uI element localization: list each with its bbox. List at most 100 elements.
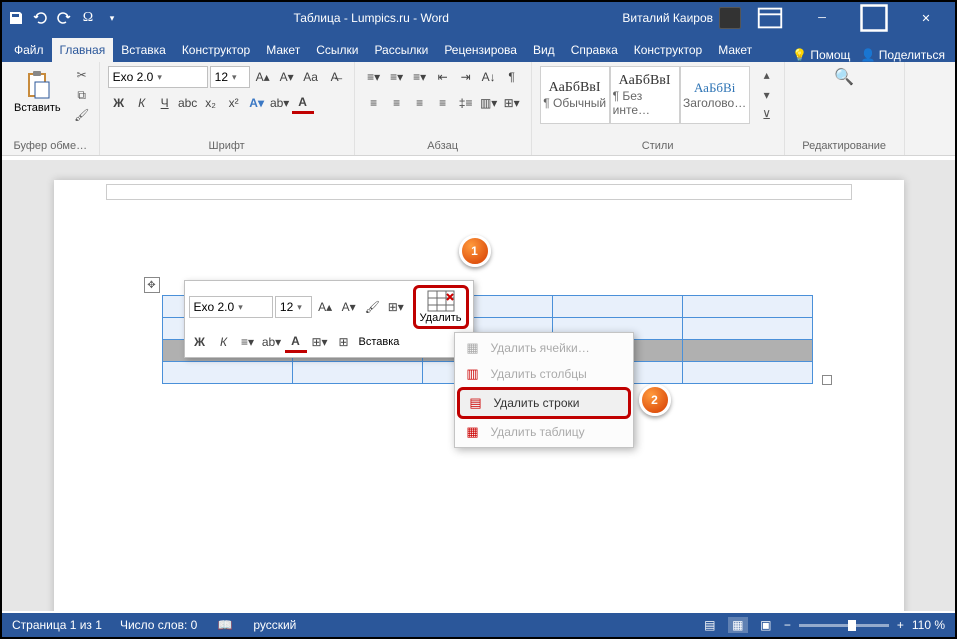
- copy-icon[interactable]: ⧉: [73, 86, 91, 104]
- align-right-icon[interactable]: ≡: [409, 92, 431, 114]
- superscript-button[interactable]: x²: [223, 92, 245, 114]
- cut-icon[interactable]: ✂: [73, 66, 91, 84]
- find-icon[interactable]: 🔍: [833, 66, 855, 88]
- zoom-in-button[interactable]: +: [897, 618, 904, 632]
- format-painter-icon[interactable]: 🖌: [73, 106, 91, 124]
- share-button[interactable]: 👤 Поделиться: [860, 48, 945, 62]
- shrink-font-icon[interactable]: A▾: [276, 66, 298, 88]
- ribbon-options-icon[interactable]: [747, 3, 793, 33]
- grow-font-icon[interactable]: A▴: [252, 66, 274, 88]
- change-case-icon[interactable]: Aa: [300, 66, 322, 88]
- mini-italic-button[interactable]: К: [213, 331, 235, 353]
- status-language[interactable]: русский: [253, 618, 296, 632]
- font-name-combo[interactable]: Exo 2.0▾: [108, 66, 208, 88]
- tab-insert[interactable]: Вставка: [113, 38, 174, 62]
- line-spacing-icon[interactable]: ‡≡: [455, 92, 477, 114]
- redo-icon[interactable]: [56, 10, 72, 26]
- tell-me[interactable]: 💡 Помощ: [792, 48, 850, 62]
- shading-icon[interactable]: ▥▾: [478, 92, 500, 114]
- minimize-button[interactable]: ─: [799, 3, 845, 33]
- mini-format-painter-icon[interactable]: 🖌: [361, 296, 383, 318]
- mini-font-color-icon[interactable]: A: [285, 331, 307, 353]
- mini-font-combo[interactable]: Exo 2.0▾: [189, 296, 273, 318]
- borders-icon[interactable]: ⊞▾: [501, 92, 523, 114]
- numbering-icon[interactable]: ≡▾: [386, 66, 408, 88]
- undo-icon[interactable]: [32, 10, 48, 26]
- tab-home[interactable]: Главная: [52, 38, 114, 62]
- page[interactable]: ✥ Exo 2.0▾ 12▾ A▴ A▾ 🖌 ⊞▾ Удалить: [54, 180, 904, 611]
- tab-file[interactable]: Файл: [6, 38, 52, 62]
- omega-icon[interactable]: Ω: [80, 10, 96, 26]
- tab-help[interactable]: Справка: [563, 38, 626, 62]
- mini-table-style-icon[interactable]: ⊞▾: [385, 296, 407, 318]
- clear-format-icon[interactable]: A̶: [324, 66, 346, 88]
- zoom-slider[interactable]: [799, 624, 889, 627]
- styles-down-icon[interactable]: ▾: [758, 86, 776, 104]
- style-heading1[interactable]: АаБбВіЗаголово…: [680, 66, 750, 124]
- zoom-level[interactable]: 110 %: [912, 618, 945, 632]
- highlight-icon[interactable]: ab▾: [269, 92, 291, 114]
- table-resize-handle-icon[interactable]: [822, 375, 832, 385]
- paste-button[interactable]: Вставить: [10, 66, 65, 116]
- justify-icon[interactable]: ≡: [432, 92, 454, 114]
- sort-icon[interactable]: A↓: [478, 66, 500, 88]
- tab-review[interactable]: Рецензирова: [436, 38, 525, 62]
- style-nospacing[interactable]: АаБбВвІ¶ Без инте…: [610, 66, 680, 124]
- style-normal[interactable]: АаБбВвІ¶ Обычный: [540, 66, 610, 124]
- horizontal-ruler[interactable]: [106, 184, 852, 200]
- save-icon[interactable]: [8, 10, 24, 26]
- web-layout-icon[interactable]: ▣: [756, 617, 776, 633]
- bold-button[interactable]: Ж: [108, 92, 130, 114]
- mini-highlight-icon[interactable]: ab▾: [261, 331, 283, 353]
- zoom-thumb[interactable]: [848, 620, 856, 631]
- italic-button[interactable]: К: [131, 92, 153, 114]
- maximize-button[interactable]: [851, 3, 897, 33]
- tab-design[interactable]: Конструктор: [174, 38, 258, 62]
- close-button[interactable]: ✕: [903, 3, 949, 33]
- styles-up-icon[interactable]: ▴: [758, 66, 776, 84]
- indent-dec-icon[interactable]: ⇤: [432, 66, 454, 88]
- styles-more-icon[interactable]: ⊻: [758, 106, 776, 124]
- mini-insert-button[interactable]: Вставка: [359, 336, 400, 348]
- status-page[interactable]: Страница 1 из 1: [12, 618, 102, 632]
- font-size-combo[interactable]: 12▾: [210, 66, 250, 88]
- tab-layout[interactable]: Макет: [258, 38, 308, 62]
- mini-size-combo[interactable]: 12▾: [275, 296, 312, 318]
- subscript-button[interactable]: x₂: [200, 92, 222, 114]
- align-left-icon[interactable]: ≡: [363, 92, 385, 114]
- mini-bold-button[interactable]: Ж: [189, 331, 211, 353]
- mini-grow-font-icon[interactable]: A▴: [314, 296, 336, 318]
- mini-delete-button[interactable]: Удалить: [413, 285, 469, 329]
- menu-delete-table[interactable]: ▦Удалить таблицу: [457, 419, 631, 445]
- underline-button[interactable]: Ч: [154, 92, 176, 114]
- tab-references[interactable]: Ссылки: [308, 38, 366, 62]
- mini-borders-icon[interactable]: ⊞▾: [309, 331, 331, 353]
- indent-inc-icon[interactable]: ⇥: [455, 66, 477, 88]
- mini-align-icon[interactable]: ≡▾: [237, 331, 259, 353]
- mini-shrink-font-icon[interactable]: A▾: [338, 296, 360, 318]
- qat-dropdown-icon[interactable]: ▾: [104, 10, 120, 26]
- spellcheck-icon[interactable]: 📖: [215, 617, 235, 633]
- menu-delete-rows[interactable]: ▤Удалить строки: [457, 387, 631, 419]
- tab-table-layout[interactable]: Макет: [710, 38, 760, 62]
- print-layout-icon[interactable]: ▦: [728, 617, 748, 633]
- strike-button[interactable]: abc: [177, 92, 199, 114]
- tab-view[interactable]: Вид: [525, 38, 563, 62]
- multilevel-icon[interactable]: ≡▾: [409, 66, 431, 88]
- menu-delete-cells[interactable]: ▦Удалить ячейки…: [457, 335, 631, 361]
- styles-gallery[interactable]: АаБбВвІ¶ Обычный АаБбВвІ¶ Без инте… АаБб…: [540, 66, 750, 124]
- bullets-icon[interactable]: ≡▾: [363, 66, 385, 88]
- read-mode-icon[interactable]: ▤: [700, 617, 720, 633]
- show-marks-icon[interactable]: ¶: [501, 66, 523, 88]
- tab-mailings[interactable]: Рассылки: [366, 38, 436, 62]
- align-center-icon[interactable]: ≡: [386, 92, 408, 114]
- zoom-out-button[interactable]: −: [784, 618, 791, 632]
- menu-delete-columns[interactable]: ▥Удалить столбцы: [457, 361, 631, 387]
- tab-table-design[interactable]: Конструктор: [626, 38, 710, 62]
- status-words[interactable]: Число слов: 0: [120, 618, 197, 632]
- text-effects-icon[interactable]: A▾: [246, 92, 268, 114]
- mini-insert-grid-icon[interactable]: ⊞: [333, 331, 355, 353]
- font-color-icon[interactable]: A: [292, 92, 314, 114]
- user-account[interactable]: Виталий Каиров: [622, 7, 741, 29]
- table-move-handle-icon[interactable]: ✥: [144, 277, 160, 293]
